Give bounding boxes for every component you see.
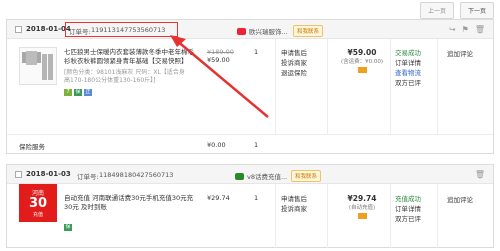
delete-icon[interactable]: 🗑 xyxy=(475,170,485,179)
product-thumbnail[interactable] xyxy=(19,47,57,85)
badge-icon: 保 xyxy=(64,224,72,231)
flag-icon[interactable]: ⚑ xyxy=(462,25,469,34)
quantity: 1 xyxy=(254,48,259,56)
product-title[interactable]: 自动充值 河南联通话费30元手机充值30元充30元 及时到账 xyxy=(64,194,199,212)
original-price: ¥189.00 xyxy=(207,48,234,56)
service-badges: 保 xyxy=(64,224,72,231)
unit-price: ¥29.74 xyxy=(207,194,230,202)
quantity: 1 xyxy=(254,194,259,202)
order-date: 2018-01-03 xyxy=(26,170,71,178)
shop-name[interactable]: 欧兴瑞服饰... xyxy=(237,26,288,36)
order-status: 充值成功 订单详情 双方已评 xyxy=(395,195,421,223)
order-header: 2018-01-03 订单号: 118498180427560713 v8话费充… xyxy=(7,165,493,184)
shop-icon xyxy=(237,27,246,35)
unicom-recharge-thumbnail[interactable]: 河南 30 充值 xyxy=(19,184,57,222)
after-sale-link[interactable]: 申请售后 xyxy=(281,48,307,58)
order-item-row: 河南 30 充值 自动充值 河南联通话费30元手机充值30元充30元 及时到账 … xyxy=(7,184,493,248)
order-header: 2018-01-04 订单号: 119113147753560713 欧兴瑞服饰… xyxy=(7,20,493,39)
service-links: 申请售后 投诉商家 xyxy=(281,194,307,214)
add-review-link[interactable]: 追加评论 xyxy=(447,48,473,58)
shop-name[interactable]: v8话费充值... xyxy=(235,171,287,181)
order-status: 交易成功 订单详情 查看物流 双方已评 xyxy=(395,49,421,87)
order-detail-link[interactable]: 订单详情 xyxy=(395,58,421,68)
payment-icon xyxy=(357,213,367,219)
contact-seller-button[interactable]: 和我联系 xyxy=(293,25,324,37)
order-total: ¥29.74 (自动充值) xyxy=(337,194,387,221)
highlight-box xyxy=(65,22,178,37)
badge-icon: 保 xyxy=(74,89,82,96)
order-tools: ↪ ⚑ 🗑 xyxy=(449,25,485,34)
view-logistics-link[interactable]: 查看物流 xyxy=(395,68,421,78)
order-card: 2018-01-03 订单号: 118498180427560713 v8话费充… xyxy=(6,164,494,248)
order-detail-link[interactable]: 订单详情 xyxy=(395,204,421,214)
product-sku: [颜色分类：98101浅麻灰 尺码：XL【适合身高170-180公分体重130-… xyxy=(64,69,185,84)
order-checkbox[interactable] xyxy=(15,171,22,178)
order-number: 118498180427560713 xyxy=(99,171,174,179)
product-title[interactable]: 七匹狼男士保暖内衣套装薄款冬季中老年棉毛衫秋衣秋裤圆领紧身青年基础【交易快照】 xyxy=(64,48,199,66)
order-tools: 🗑 xyxy=(475,170,485,179)
shop-icon xyxy=(235,172,244,180)
add-review-link[interactable]: 追加评论 xyxy=(447,194,473,204)
service-badges: 7 保 正 xyxy=(64,89,92,96)
order-item-row: 七匹狼男士保暖内衣套装薄款冬季中老年棉毛衫秋衣秋裤圆领紧身青年基础【交易快照】 … xyxy=(7,39,493,135)
prev-page-button[interactable]: 上一页 xyxy=(419,2,454,19)
unit-price: ¥59.00 xyxy=(207,56,230,64)
complain-link[interactable]: 投诉商家 xyxy=(281,204,307,214)
insurance-row: 保险服务 ¥0.00 1 xyxy=(19,141,259,151)
service-links: 申请售后 投诉商家 退运保险 xyxy=(281,48,307,78)
order-checkbox[interactable] xyxy=(15,26,22,33)
share-icon[interactable]: ↪ xyxy=(449,25,456,34)
delete-icon[interactable]: 🗑 xyxy=(475,25,485,34)
order-card: 2018-01-04 订单号: 119113147753560713 欧兴瑞服饰… xyxy=(6,19,494,154)
complain-link[interactable]: 投诉商家 xyxy=(281,58,307,68)
badge-icon: 7 xyxy=(64,89,72,96)
return-insurance-link[interactable]: 退运保险 xyxy=(281,68,307,78)
badge-icon: 正 xyxy=(84,89,92,96)
contact-seller-button[interactable]: 和我联系 xyxy=(291,170,322,182)
order-total: ¥59.00 (含运费：¥0.00) xyxy=(337,48,387,75)
next-page-button[interactable]: 下一页 xyxy=(459,2,494,19)
payment-icon xyxy=(357,67,367,73)
order-number-label: 订单号: xyxy=(77,173,99,181)
after-sale-link[interactable]: 申请售后 xyxy=(281,194,307,204)
